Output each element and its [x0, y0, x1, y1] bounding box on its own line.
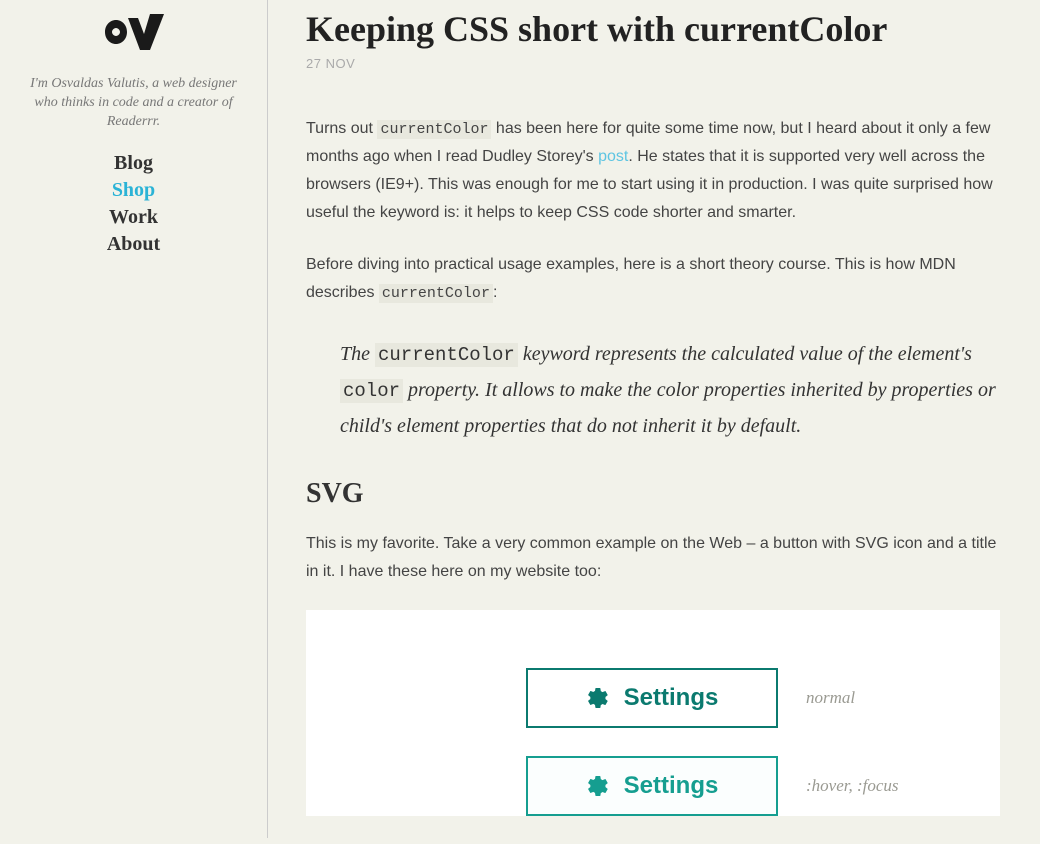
link-post[interactable]: post — [598, 148, 628, 165]
button-label: Settings — [624, 684, 719, 712]
demo-row-hover: Settings :hover, :focus — [306, 756, 1000, 816]
text: Turns out — [306, 120, 377, 137]
state-label-hover: :hover, :focus — [806, 776, 899, 796]
nav-about[interactable]: About — [0, 231, 267, 258]
heading-svg: SVG — [306, 478, 1000, 510]
code-inline: currentColor — [375, 343, 518, 367]
blockquote: The currentColor keyword represents the … — [306, 332, 1000, 448]
paragraph-2: Before diving into practical usage examp… — [306, 251, 1000, 307]
gear-icon — [586, 774, 610, 798]
logo-icon — [104, 12, 164, 57]
article: Keeping CSS short with currentColor 27 N… — [268, 0, 1040, 844]
nav-blog[interactable]: Blog — [0, 150, 267, 177]
article-title: Keeping CSS short with currentColor — [306, 8, 1000, 50]
settings-button-normal[interactable]: Settings — [526, 668, 778, 728]
button-label: Settings — [624, 772, 719, 800]
tagline: I'm Osvaldas Valutis, a web designer who… — [0, 75, 267, 150]
state-label-normal: normal — [806, 688, 855, 708]
demo-row-normal: Settings normal — [306, 668, 1000, 728]
text: : — [493, 284, 497, 301]
demo-panel: Settings normal Settings :hover, :focus — [306, 610, 1000, 816]
text: keyword represents the calculated value … — [518, 343, 972, 365]
article-date: 27 NOV — [306, 56, 1000, 71]
text: property. It allows to make the color pr… — [340, 379, 996, 437]
main-nav: Blog Shop Work About — [0, 150, 267, 258]
text: The — [340, 343, 375, 365]
code-inline: color — [340, 379, 403, 403]
site-logo[interactable] — [104, 12, 164, 57]
gear-icon — [586, 686, 610, 710]
sidebar: I'm Osvaldas Valutis, a web designer who… — [0, 0, 268, 838]
settings-button-hover[interactable]: Settings — [526, 756, 778, 816]
code-inline: currentColor — [377, 120, 491, 139]
paragraph-3: This is my favorite. Take a very common … — [306, 530, 1000, 586]
nav-work[interactable]: Work — [0, 204, 267, 231]
nav-shop[interactable]: Shop — [0, 177, 267, 204]
code-inline: currentColor — [379, 284, 493, 303]
paragraph-1: Turns out currentColor has been here for… — [306, 115, 1000, 227]
